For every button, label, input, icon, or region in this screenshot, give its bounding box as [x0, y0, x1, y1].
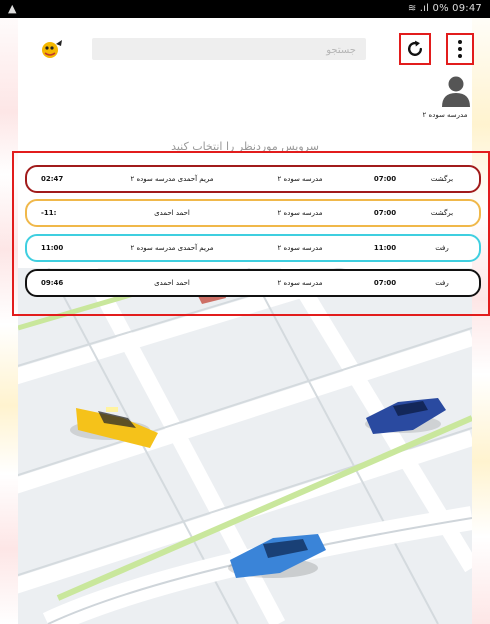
warning-icon: ▲: [8, 2, 17, 15]
trip-school: مدرسه سوده ۲: [277, 209, 323, 217]
refresh-button[interactable]: [399, 33, 431, 65]
trip-type: رفت: [435, 279, 449, 287]
school-name: مدرسه سوده ۲: [422, 111, 468, 119]
app-screen: ▲ ≋ .ıl 0% 09:47 مدرسه سوده ۲ سرویس مورد…: [0, 0, 490, 624]
wifi-icon: ≋: [407, 3, 417, 14]
trip-time-right: 11:00: [41, 244, 64, 252]
trip-time: 11:00: [373, 244, 397, 252]
trip-students: احمد احمدی: [154, 279, 190, 287]
trip-students: احمد احمدی: [154, 209, 190, 217]
trip-time-right: 02:47: [41, 175, 64, 183]
search-input[interactable]: [92, 39, 366, 62]
trip-row[interactable]: -11: احمد احمدی مدرسه سوده ۲ 07:00 برگشت: [25, 199, 481, 227]
trip-type: رفت: [435, 244, 449, 252]
trip-row[interactable]: 09:46 احمد احمدی مدرسه سوده ۲ 07:00 رفت: [25, 269, 481, 297]
app-logo-icon: [42, 40, 62, 58]
trip-students: مریم آحمدی مدرسه سوده ۲: [130, 244, 214, 252]
trip-type: برگشت: [430, 209, 454, 217]
trip-school: مدرسه سوده ۲: [277, 279, 323, 287]
trip-school: مدرسه سوده ۲: [277, 244, 323, 252]
map-illustration: [18, 268, 472, 624]
avatar-icon[interactable]: [439, 74, 473, 108]
trip-school: مدرسه سوده ۲: [277, 175, 323, 183]
trip-time-right: -11:: [41, 209, 57, 217]
status-bar-time: 0% 09:47: [432, 3, 482, 14]
more-vert-icon: [458, 40, 462, 58]
trip-row[interactable]: 11:00 مریم آحمدی مدرسه سوده ۲ مدرسه سوده ۲…: [25, 234, 481, 262]
trip-row[interactable]: 02:47 مریم آحمدی مدرسه سوده ۲ مدرسه سوده ۲…: [25, 165, 481, 193]
signal-icon: .ıl: [419, 3, 430, 14]
trip-type: برگشت: [430, 175, 454, 183]
trip-time: 07:00: [373, 279, 397, 287]
search-bar[interactable]: [92, 38, 366, 62]
trip-time: 07:00: [373, 175, 397, 183]
trip-students: مریم آحمدی مدرسه سوده ۲: [130, 175, 214, 183]
trip-time: 07:00: [373, 209, 397, 217]
trip-time-right: 09:46: [41, 279, 64, 287]
status-bar: ▲ ≋ .ıl 0% 09:47: [0, 0, 490, 18]
more-options-button[interactable]: [446, 33, 474, 65]
status-bar-right: ≋ .ıl 0% 09:47: [408, 3, 482, 14]
refresh-icon: [408, 40, 422, 56]
